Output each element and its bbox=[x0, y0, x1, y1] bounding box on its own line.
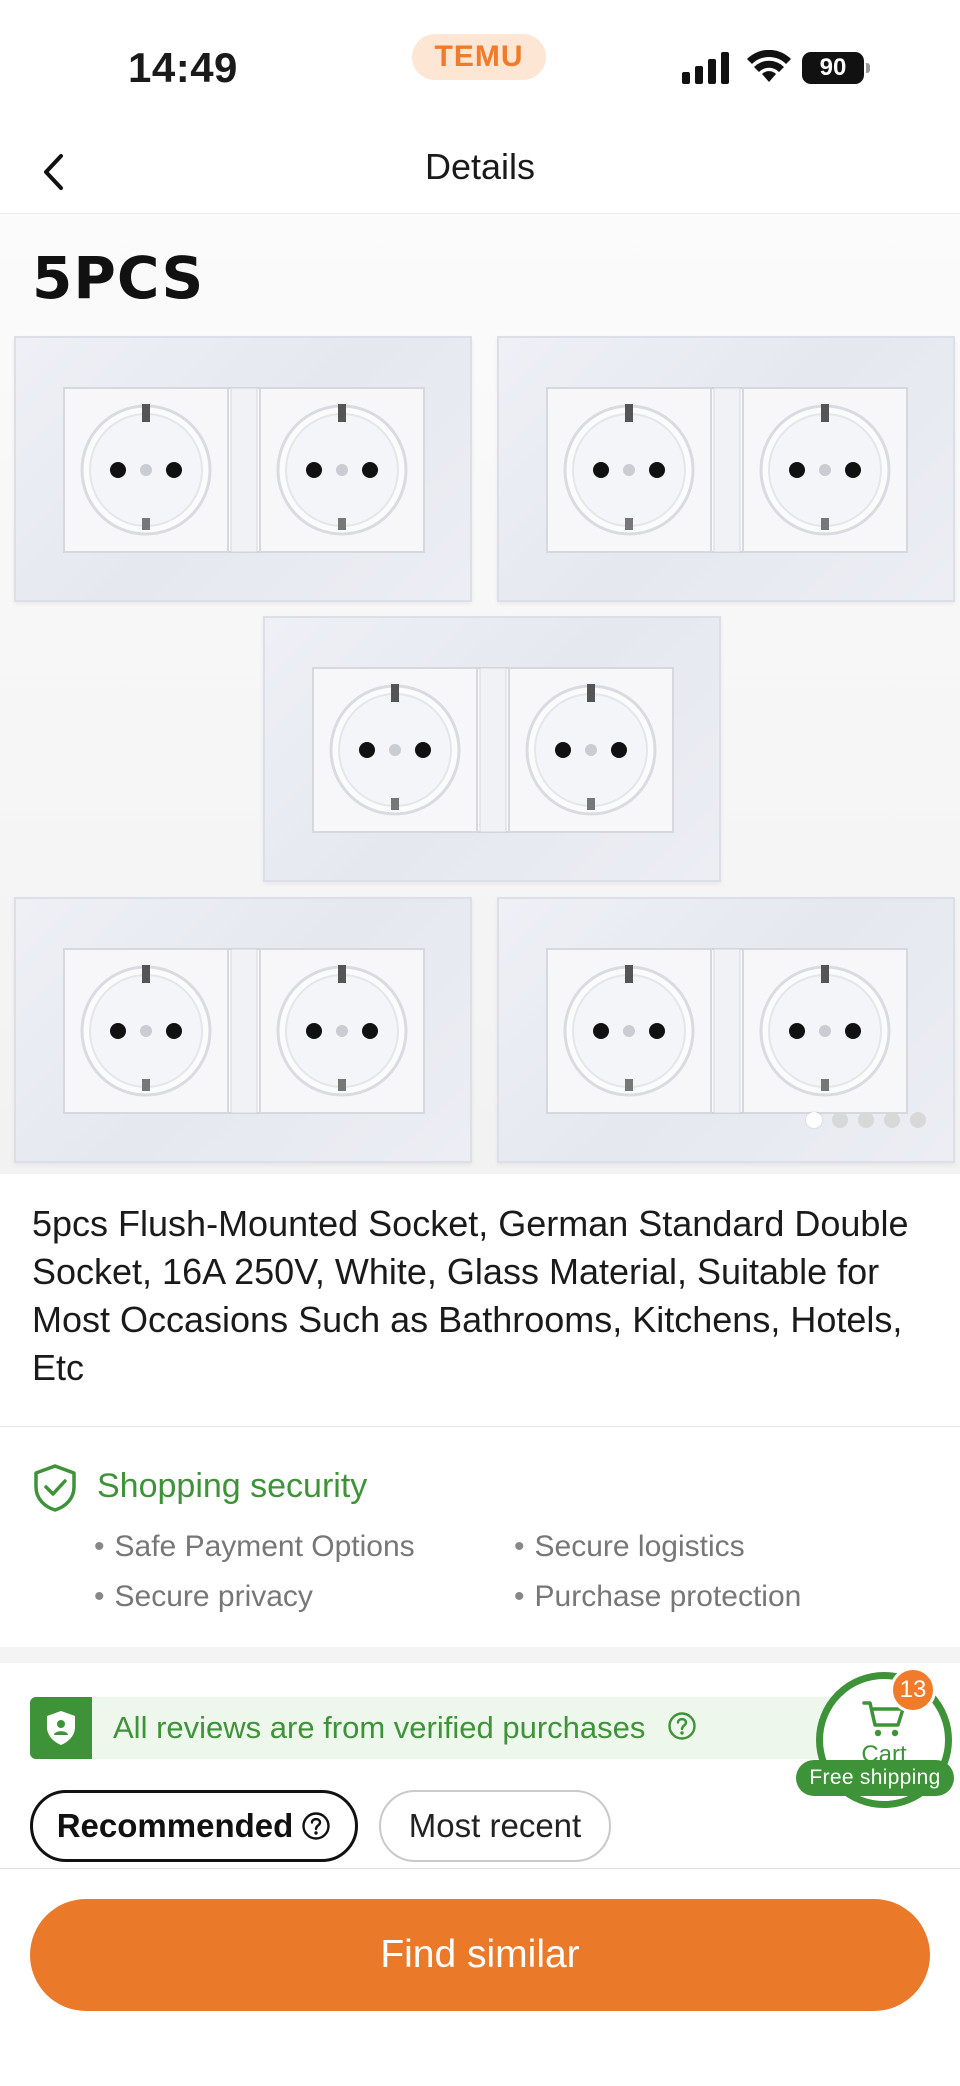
question-circle-icon[interactable] bbox=[667, 1711, 697, 1741]
product-image-gallery[interactable]: 5PCS bbox=[0, 214, 960, 1174]
cart-count-badge: 13 bbox=[890, 1667, 936, 1713]
nav-bar: Details bbox=[0, 130, 960, 214]
pagination-dot bbox=[884, 1112, 900, 1128]
socket-plate-image bbox=[497, 336, 955, 602]
status-bar: 14:49 TEMU 90 bbox=[0, 0, 960, 130]
image-pack-label: 5PCS bbox=[32, 244, 205, 312]
verified-reviews-text: All reviews are from verified purchases bbox=[113, 1710, 646, 1745]
back-button[interactable] bbox=[26, 144, 82, 200]
security-item: Secure logistics bbox=[514, 1530, 745, 1564]
signal-icon bbox=[682, 52, 729, 84]
product-title: 5pcs Flush-Mounted Socket, German Standa… bbox=[32, 1203, 909, 1388]
find-similar-button[interactable]: Find similar bbox=[30, 1899, 930, 2011]
filter-most-recent-label: Most recent bbox=[408, 1807, 582, 1844]
question-circle-icon bbox=[302, 1812, 330, 1840]
security-item: Purchase protection bbox=[514, 1580, 802, 1614]
battery-icon: 90 bbox=[802, 52, 870, 84]
page-title: Details bbox=[424, 146, 536, 187]
socket-plate-image bbox=[14, 336, 472, 602]
free-shipping-badge: Free shipping bbox=[796, 1760, 954, 1796]
filter-recommended-label: Recommended bbox=[56, 1807, 294, 1844]
socket-plate-image bbox=[14, 897, 472, 1163]
verified-reviews-banner[interactable]: All reviews are from verified purchases bbox=[30, 1697, 920, 1759]
security-title: Shopping security bbox=[97, 1467, 368, 1505]
divider bbox=[0, 1868, 960, 1869]
filter-most-recent[interactable]: Most recent bbox=[379, 1790, 611, 1862]
pagination-dot bbox=[858, 1112, 874, 1128]
filter-recommended[interactable]: Recommended bbox=[30, 1790, 358, 1862]
wifi-icon bbox=[747, 50, 791, 82]
verified-shield-icon bbox=[30, 1697, 92, 1759]
pagination-dot bbox=[806, 1112, 822, 1128]
back-chevron-icon bbox=[44, 154, 63, 190]
battery-level: 90 bbox=[802, 52, 864, 84]
status-time: 14:49 bbox=[128, 44, 238, 91]
pagination-dot bbox=[910, 1112, 926, 1128]
shield-check-icon bbox=[34, 1464, 76, 1512]
socket-plate-image bbox=[263, 616, 721, 882]
security-item: Safe Payment Options bbox=[94, 1530, 415, 1564]
temu-badge: TEMU bbox=[412, 34, 546, 80]
temu-logo-text: TEMU bbox=[434, 40, 524, 73]
gallery-pagination bbox=[806, 1112, 926, 1128]
pagination-dot bbox=[832, 1112, 848, 1128]
section-separator bbox=[0, 1647, 960, 1663]
security-item: Secure privacy bbox=[94, 1580, 313, 1614]
shopping-security-section[interactable]: Shopping security Safe Payment Options S… bbox=[0, 1427, 960, 1647]
